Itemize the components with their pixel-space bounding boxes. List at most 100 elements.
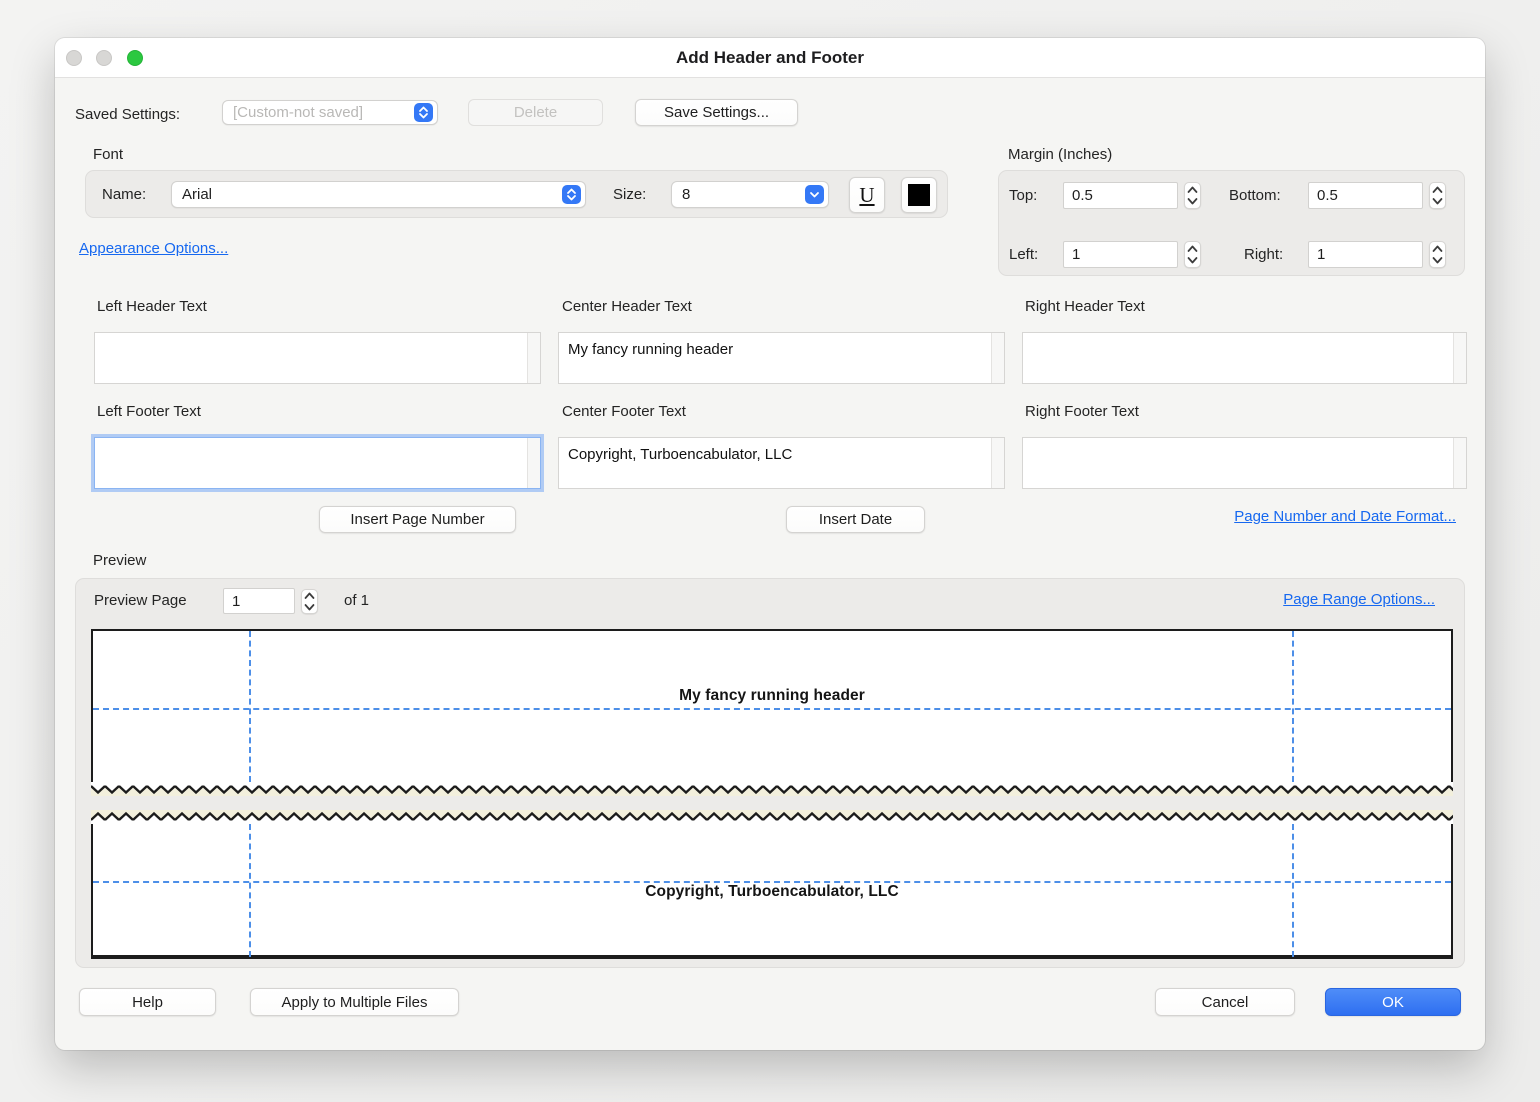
stepper-down-icon [1187,197,1198,205]
cancel-button[interactable]: Cancel [1155,988,1295,1016]
font-size-value: 8 [682,186,805,203]
torn-edge-bottom [91,810,1453,824]
right-footer-input[interactable] [1023,438,1453,488]
left-header-label: Left Header Text [97,298,207,315]
saved-settings-value: [Custom-not saved] [233,104,414,121]
left-footer-label: Left Footer Text [97,403,201,420]
center-footer-input[interactable]: Copyright, Turboencabulator, LLC [559,438,991,488]
center-header-field[interactable]: My fancy running header [558,332,1005,384]
margin-right-stepper[interactable] [1429,241,1446,268]
margin-bottom-stepper[interactable] [1429,182,1446,209]
scrollbar-track[interactable] [1453,438,1466,488]
preview-page-label: Preview Page [94,588,187,614]
preview-page-top-piece [91,629,1453,782]
left-footer-input[interactable] [95,438,527,488]
center-footer-field[interactable]: Copyright, Turboencabulator, LLC [558,437,1005,489]
chevron-up-down-icon [562,185,581,204]
left-footer-field[interactable] [94,437,541,489]
right-header-label: Right Header Text [1025,298,1145,315]
underline-icon: U [859,183,874,208]
center-footer-label: Center Footer Text [562,403,686,420]
margin-left-label: Left: [1009,241,1038,268]
margin-left-stepper[interactable] [1184,241,1201,268]
font-size-label: Size: [613,171,646,219]
scrollbar-track[interactable] [991,438,1004,488]
font-color-swatch-icon [908,184,930,206]
insert-page-number-button[interactable]: Insert Page Number [319,506,516,533]
margin-top-stepper[interactable] [1184,182,1201,209]
delete-button[interactable]: Delete [468,99,603,126]
preview-page-stepper[interactable] [301,589,318,614]
font-size-select[interactable]: 8 [671,181,829,208]
margin-right-label: Right: [1244,241,1283,268]
stepper-up-icon [1187,245,1198,253]
ok-button[interactable]: OK [1325,988,1461,1016]
margin-top-value: 0.5 [1072,187,1093,204]
margin-left-value: 1 [1072,246,1080,263]
stepper-up-icon [1432,245,1443,253]
stepper-down-icon [1187,256,1198,264]
font-name-value: Arial [182,186,562,203]
appearance-options-link[interactable]: Appearance Options... [79,240,228,257]
margin-group: Top: 0.5 Bottom: 0.5 Left: 1 Right: 1 [998,170,1465,276]
left-header-field[interactable] [94,332,541,384]
margin-bottom-value: 0.5 [1317,187,1338,204]
chevron-up-down-icon [414,103,433,122]
underline-button[interactable]: U [849,177,885,213]
font-name-select[interactable]: Arial [171,181,586,208]
center-header-label: Center Header Text [562,298,692,315]
preview-page-input[interactable]: 1 [223,588,295,614]
saved-settings-select[interactable]: [Custom-not saved] [222,100,438,125]
center-header-input[interactable]: My fancy running header [559,333,991,383]
left-header-input[interactable] [95,333,527,383]
margin-top-label: Top: [1009,182,1037,209]
margin-group-label: Margin (Inches) [1008,146,1112,163]
scrollbar-track[interactable] [1453,333,1466,383]
preview-group-label: Preview [93,552,146,569]
right-header-field[interactable] [1022,332,1467,384]
scrollbar-track[interactable] [527,333,540,383]
font-name-label: Name: [102,171,146,219]
margin-top-input[interactable]: 0.5 [1063,182,1178,209]
preview-of-label: of 1 [344,588,369,614]
page-range-options-link[interactable]: Page Range Options... [1283,591,1435,608]
margin-left-input[interactable]: 1 [1063,241,1178,268]
right-footer-field[interactable] [1022,437,1467,489]
preview-page-canvas: My fancy running header Copyright, Turbo… [91,629,1453,959]
add-header-footer-dialog: Add Header and Footer Saved Settings: [C… [55,38,1485,1050]
zoom-button[interactable] [127,50,143,66]
stepper-down-icon [1432,256,1443,264]
right-header-input[interactable] [1023,333,1453,383]
page-number-date-format-link[interactable]: Page Number and Date Format... [1234,508,1456,525]
left-margin-guide-top [249,631,251,782]
top-margin-guide [93,708,1451,710]
preview-group: Preview Page 1 of 1 Page Range Options..… [75,578,1465,968]
scrollbar-track[interactable] [527,438,540,488]
save-settings-button[interactable]: Save Settings... [635,99,798,126]
close-button[interactable] [66,50,82,66]
preview-footer-text: Copyright, Turboencabulator, LLC [91,883,1453,901]
margin-bottom-label: Bottom: [1229,182,1281,209]
torn-edge-top [91,782,1453,796]
stepper-up-icon [304,592,315,600]
scrollbar-track[interactable] [991,333,1004,383]
insert-date-button[interactable]: Insert Date [786,506,925,533]
stepper-up-icon [1187,186,1198,194]
font-group: Name: Arial Size: 8 U [85,170,948,218]
titlebar: Add Header and Footer [55,38,1485,78]
stepper-up-icon [1432,186,1443,194]
margin-bottom-input[interactable]: 0.5 [1308,182,1423,209]
saved-settings-label: Saved Settings: [75,103,180,127]
apply-to-multiple-files-button[interactable]: Apply to Multiple Files [250,988,459,1016]
preview-page-value: 1 [232,593,240,610]
right-footer-label: Right Footer Text [1025,403,1139,420]
margin-right-value: 1 [1317,246,1325,263]
dialog-title: Add Header and Footer [55,38,1485,78]
margin-right-input[interactable]: 1 [1308,241,1423,268]
font-color-button[interactable] [901,177,937,213]
stepper-down-icon [304,603,315,611]
preview-header-text: My fancy running header [91,687,1453,705]
stepper-down-icon [1432,197,1443,205]
help-button[interactable]: Help [79,988,216,1016]
minimize-button[interactable] [96,50,112,66]
